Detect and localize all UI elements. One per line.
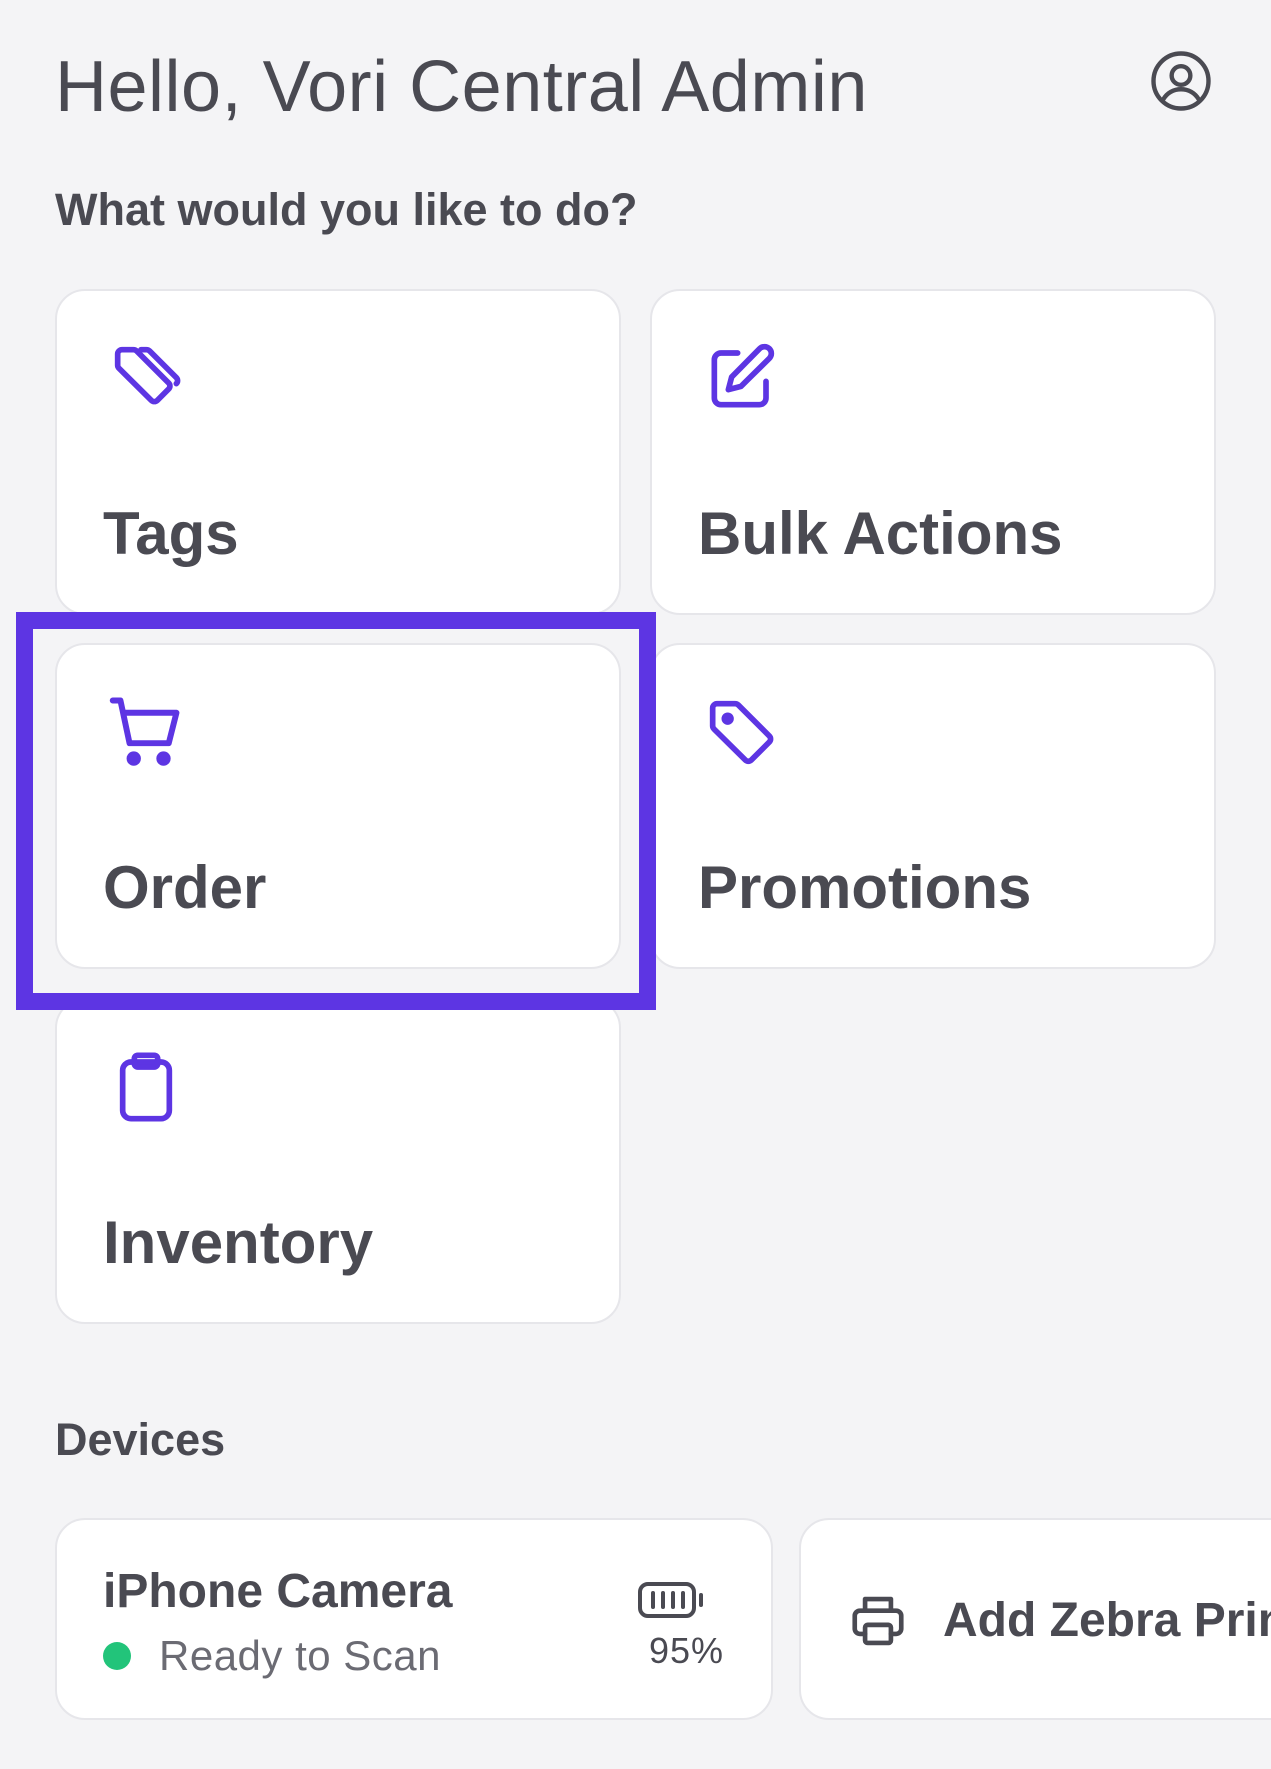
status-dot-icon	[103, 1642, 131, 1670]
page-title: Hello, Vori Central Admin	[55, 47, 868, 127]
edit-icon	[698, 335, 784, 421]
cart-icon	[103, 689, 189, 775]
devices-heading: Devices	[55, 1414, 226, 1465]
device-card-iphone-camera[interactable]: iPhone Camera Ready to Scan 95%	[55, 1518, 773, 1720]
profile-button[interactable]	[1146, 46, 1216, 116]
order-label: Order	[103, 854, 267, 921]
clipboard-icon	[103, 1044, 189, 1130]
device-status-text: Ready to Scan	[159, 1632, 442, 1679]
bulk-actions-tile[interactable]: Bulk Actions	[650, 289, 1216, 615]
home-screen: Hello, Vori Central Admin What would you…	[0, 0, 1271, 1769]
printer-icon	[852, 1596, 904, 1646]
device-name: iPhone Camera	[103, 1565, 453, 1618]
user-circle-icon	[1151, 51, 1211, 111]
promotions-label: Promotions	[698, 854, 1032, 921]
bulk-actions-label: Bulk Actions	[698, 500, 1063, 567]
inventory-tile[interactable]: Inventory	[55, 998, 621, 1324]
tags-label: Tags	[103, 500, 239, 567]
tag-icon	[698, 689, 784, 775]
section-prompt: What would you like to do?	[55, 184, 638, 235]
promotions-tile[interactable]: Promotions	[650, 643, 1216, 969]
tags-tile[interactable]: Tags	[55, 289, 621, 615]
battery-icon	[638, 1582, 703, 1618]
add-zebra-printer-button[interactable]: Add Zebra Printer	[799, 1518, 1271, 1720]
device-status: Ready to Scan	[103, 1632, 441, 1680]
add-printer-label: Add Zebra Printer	[943, 1594, 1271, 1647]
battery-percentage: 95%	[649, 1630, 725, 1671]
tags-icon	[103, 335, 189, 421]
order-tile[interactable]: Order	[55, 643, 621, 969]
inventory-label: Inventory	[103, 1209, 374, 1276]
